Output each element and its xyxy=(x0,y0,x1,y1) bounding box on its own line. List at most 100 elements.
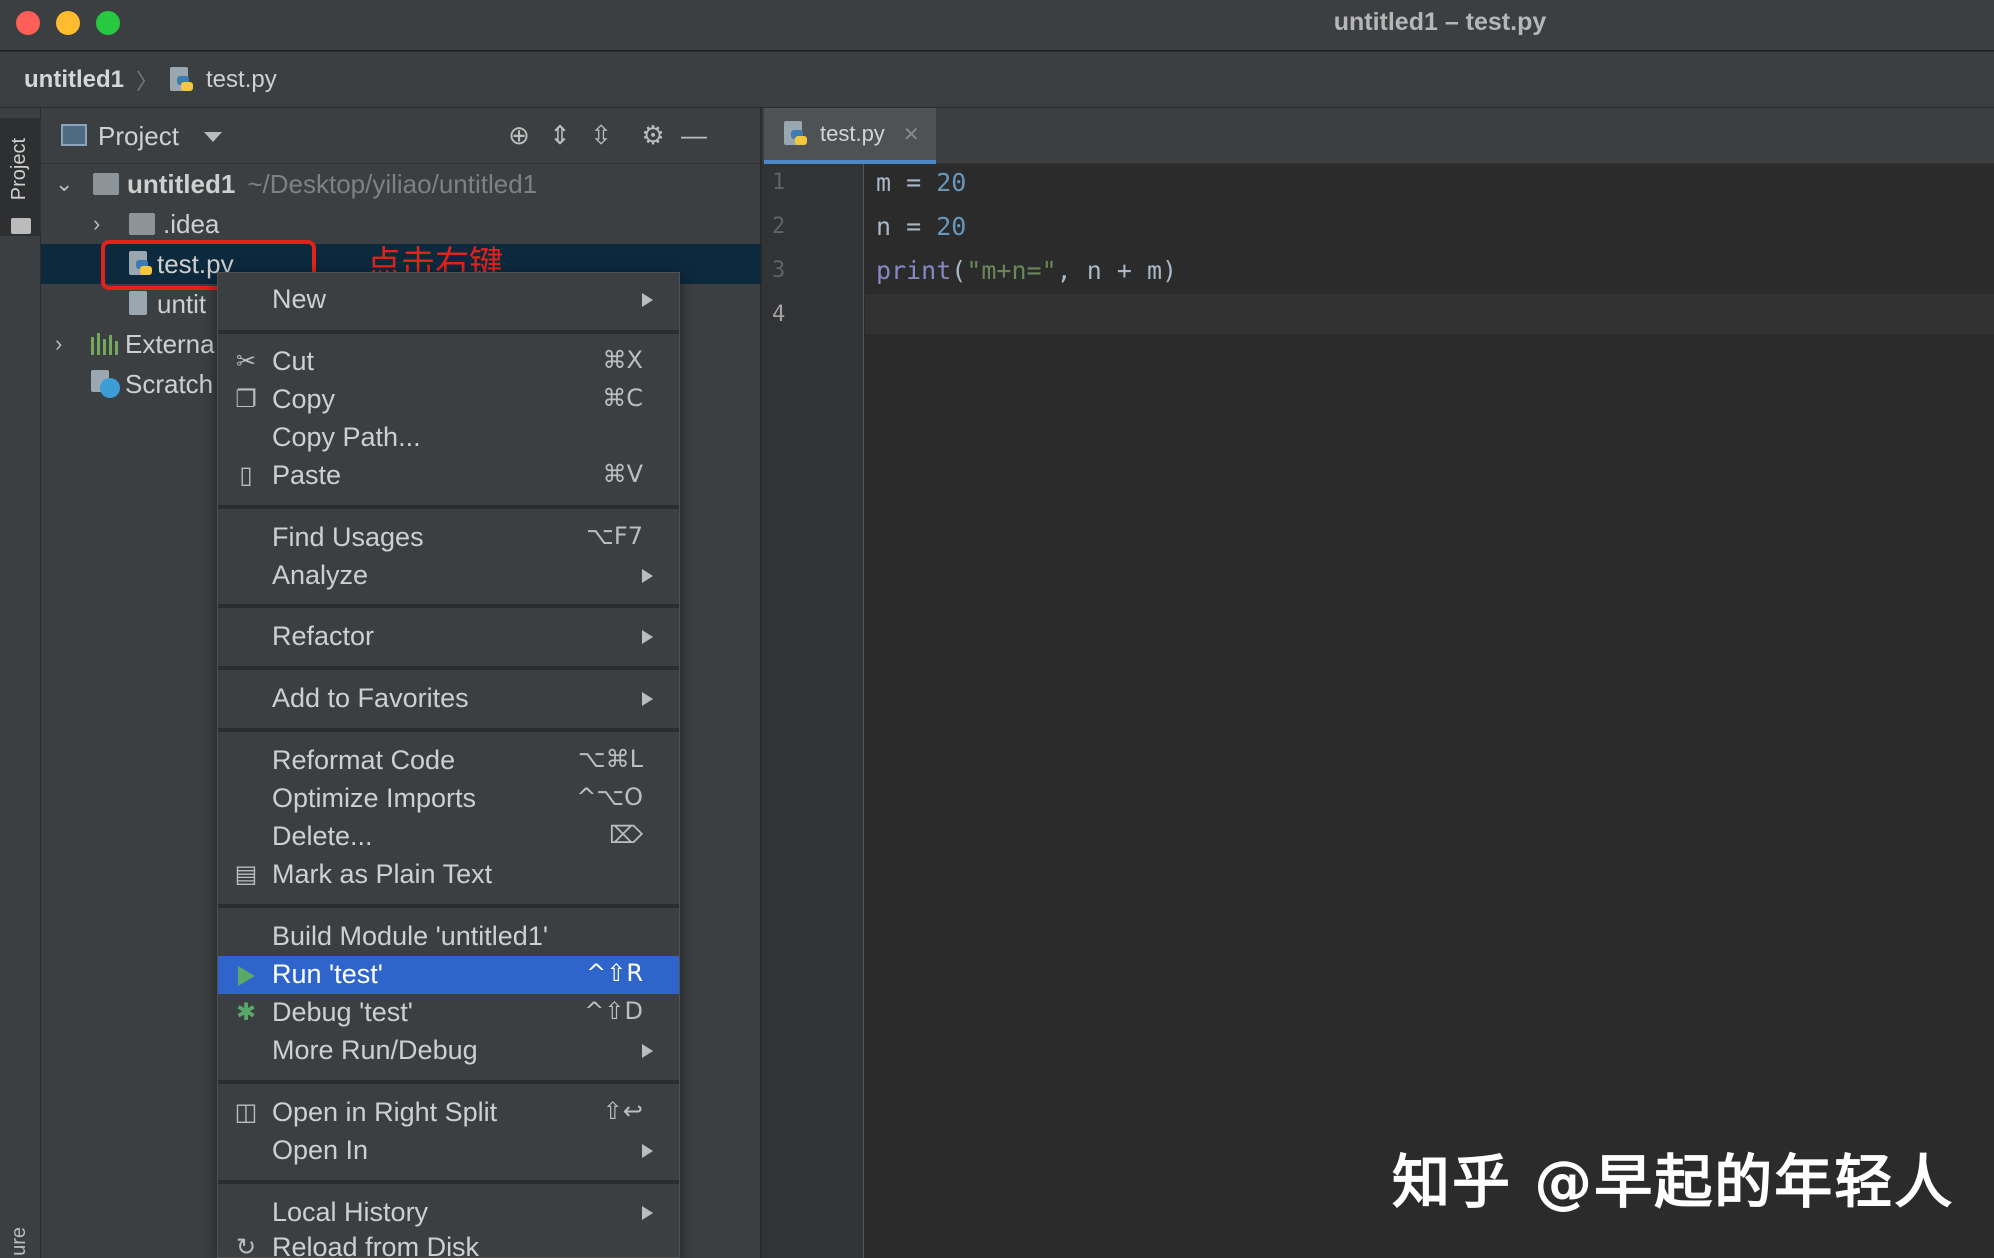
zoom-window-button[interactable] xyxy=(96,11,120,35)
menu-item-more-run-debug[interactable]: More Run/Debug xyxy=(218,1032,679,1070)
project-tool-label: Project xyxy=(8,138,30,201)
close-icon[interactable]: ✕ xyxy=(903,122,920,147)
title-bar: untitled1 – test.py xyxy=(0,0,1994,51)
code-line: n = 20 xyxy=(876,212,967,241)
folder-icon xyxy=(129,213,155,235)
submenu-arrow-icon xyxy=(642,630,653,644)
window-title: untitled1 – test.py xyxy=(1333,8,1547,36)
current-line-highlight xyxy=(865,294,1994,334)
menu-item-add-to-favorites[interactable]: Add to Favorites xyxy=(218,680,679,718)
breadcrumb: untitled1 〉 test.py xyxy=(0,52,1994,108)
project-panel-header: Project ⊕ ⇕ ⇳ ⚙ — xyxy=(41,108,761,164)
tree-row-root[interactable]: ⌄ untitled1 ~/Desktop/yiliao/untitled1 xyxy=(41,164,761,204)
run-icon xyxy=(238,966,255,986)
minimize-window-button[interactable] xyxy=(56,11,80,35)
submenu-arrow-icon xyxy=(642,1044,653,1058)
menu-item-optimize-imports[interactable]: Optimize Imports ^⌥O xyxy=(218,780,679,818)
menu-item-cut[interactable]: ✂ Cut ⌘X xyxy=(218,343,679,381)
hide-panel-icon[interactable]: — xyxy=(677,118,711,152)
menu-separator xyxy=(218,505,679,509)
menu-item-open-in-right-split[interactable]: ◫ Open in Right Split ⇧↩ xyxy=(218,1094,679,1132)
line-number: 2 xyxy=(772,214,786,239)
folder-icon xyxy=(11,218,31,234)
menu-item-paste[interactable]: ▯ Paste ⌘V xyxy=(218,457,679,495)
menu-item-debug[interactable]: ✱ Debug 'test' ^⇧D xyxy=(218,994,679,1032)
plain-text-icon: ▤ xyxy=(234,861,258,888)
menu-item-reload-from-disk[interactable]: ↻ Reload from Disk xyxy=(218,1229,679,1258)
project-view-icon xyxy=(61,124,87,146)
collapse-all-icon[interactable]: ⇳ xyxy=(584,118,618,152)
menu-separator xyxy=(218,604,679,608)
menu-item-build-module[interactable]: Build Module 'untitled1' xyxy=(218,918,679,956)
chevron-down-icon[interactable] xyxy=(204,132,222,142)
tree-root-name: untitled1 xyxy=(127,168,236,199)
chevron-right-icon[interactable]: › xyxy=(55,331,62,357)
menu-separator xyxy=(218,904,679,908)
chevron-down-icon[interactable]: ⌄ xyxy=(55,171,73,197)
tree-untitled-label: untit xyxy=(157,288,207,319)
line-number-gutter: 1 2 3 4 xyxy=(762,164,864,1258)
copy-icon: ❐ xyxy=(235,386,257,413)
line-number: 3 xyxy=(772,258,786,283)
breadcrumb-project[interactable]: untitled1 xyxy=(24,66,124,94)
tree-root-path: ~/Desktop/yiliao/untitled1 xyxy=(247,168,538,199)
submenu-arrow-icon xyxy=(642,293,653,307)
close-window-button[interactable] xyxy=(16,11,40,35)
menu-separator xyxy=(218,1080,679,1084)
refresh-icon: ↻ xyxy=(235,1234,257,1258)
breadcrumb-separator: 〉 xyxy=(136,68,159,94)
menu-item-refactor[interactable]: Refactor xyxy=(218,618,679,656)
menu-separator xyxy=(218,1180,679,1184)
code-line: m = 20 xyxy=(876,168,967,197)
scratch-icon xyxy=(91,370,120,398)
context-menu: New ✂ Cut ⌘X ❐ Copy ⌘C Copy Path... ▯ Paste ⌘V… xyxy=(217,272,680,1258)
tree-scratches-label: Scratch xyxy=(125,368,214,399)
menu-item-new[interactable]: New xyxy=(218,281,679,319)
tree-external-label: Externa xyxy=(125,328,215,359)
menu-separator xyxy=(218,330,679,334)
breadcrumb-file-label: test.py xyxy=(206,65,277,93)
menu-item-delete[interactable]: Delete... ⌦ xyxy=(218,818,679,856)
menu-item-local-history[interactable]: Local History xyxy=(218,1194,679,1232)
file-icon xyxy=(129,291,151,317)
tree-idea-label: .idea xyxy=(163,208,220,239)
menu-separator xyxy=(218,666,679,670)
menu-item-open-in[interactable]: Open In xyxy=(218,1132,679,1170)
library-icon xyxy=(91,333,119,355)
submenu-arrow-icon xyxy=(642,569,653,583)
python-file-icon xyxy=(170,66,194,93)
menu-item-find-usages[interactable]: Find Usages ⌥F7 xyxy=(218,519,679,557)
code-line: print("m+n=", n + m) xyxy=(876,256,1178,285)
clipboard-icon: ▯ xyxy=(239,462,253,489)
split-view-icon: ◫ xyxy=(234,1099,258,1126)
menu-item-copy-path[interactable]: Copy Path... xyxy=(218,419,679,457)
line-number: 4 xyxy=(772,302,786,327)
menu-item-mark-as-plain-text[interactable]: ▤ Mark as Plain Text xyxy=(218,856,679,894)
project-folder-icon xyxy=(93,173,119,195)
bug-icon: ✱ xyxy=(235,999,257,1026)
project-view-selector[interactable]: Project xyxy=(98,121,179,152)
structure-tool-label[interactable]: ure xyxy=(8,1227,31,1256)
submenu-arrow-icon xyxy=(642,1144,653,1158)
locate-icon[interactable]: ⊕ xyxy=(502,118,536,152)
tool-window-stripe: Project ure xyxy=(0,108,41,1258)
menu-item-run[interactable]: Run 'test' ^⇧R xyxy=(218,956,679,994)
python-file-icon xyxy=(784,121,807,147)
gear-icon[interactable]: ⚙ xyxy=(636,118,670,152)
menu-item-copy[interactable]: ❐ Copy ⌘C xyxy=(218,381,679,419)
project-tool-tab[interactable]: Project xyxy=(0,118,41,236)
expand-all-icon[interactable]: ⇕ xyxy=(543,118,577,152)
chevron-right-icon[interactable]: › xyxy=(93,211,100,237)
watermark: 知乎 @早起的年轻人 xyxy=(1392,1148,1955,1216)
submenu-arrow-icon xyxy=(642,1206,653,1220)
editor-tab-test-py[interactable]: test.py ✕ xyxy=(764,108,936,164)
submenu-arrow-icon xyxy=(642,692,653,706)
code-editor[interactable]: 1 2 3 4 m = 20 n = 20 print("m+n=", n + … xyxy=(762,164,1994,1258)
line-number: 1 xyxy=(772,170,786,195)
breadcrumb-file[interactable]: test.py xyxy=(170,66,277,94)
editor-tab-bar: test.py ✕ xyxy=(762,108,1994,164)
menu-item-reformat-code[interactable]: Reformat Code ⌥⌘L xyxy=(218,742,679,780)
menu-separator xyxy=(218,728,679,732)
scissors-icon: ✂ xyxy=(235,348,257,375)
menu-item-analyze[interactable]: Analyze xyxy=(218,557,679,595)
